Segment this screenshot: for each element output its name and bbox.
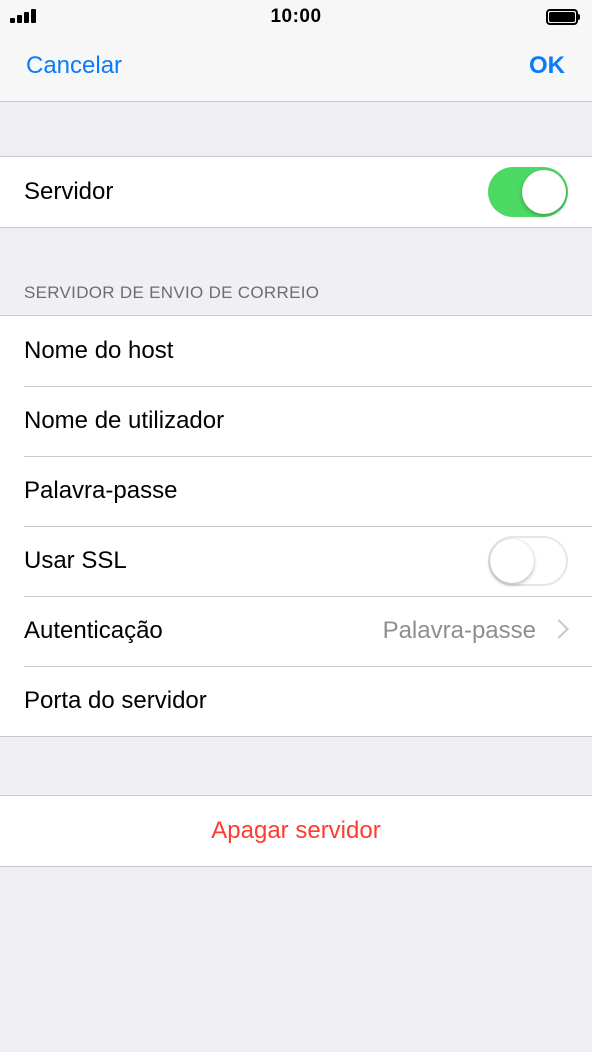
use-ssl-label: Usar SSL <box>24 547 127 574</box>
password-label: Palavra-passe <box>24 477 178 504</box>
username-row[interactable]: Nome de utilizador <box>0 386 592 456</box>
hostname-label: Nome do host <box>24 337 174 364</box>
delete-server-row[interactable]: Apagar servidor <box>0 796 592 866</box>
status-time: 10:00 <box>270 6 322 27</box>
battery-full-icon <box>546 9 580 25</box>
navigation-bar: Cancelar OK <box>0 34 592 102</box>
server-toggle-group: Servidor <box>0 156 592 228</box>
server-port-label: Porta do servidor <box>24 687 207 714</box>
cancel-button[interactable]: Cancelar <box>26 52 122 80</box>
delete-server-group: Apagar servidor <box>0 795 592 867</box>
outgoing-server-group: Nome do host Nome de utilizador Palavra-… <box>0 315 592 737</box>
authentication-label: Autenticação <box>24 617 163 644</box>
authentication-value: Palavra-passe <box>382 617 536 644</box>
server-toggle[interactable] <box>488 167 568 217</box>
username-label: Nome de utilizador <box>24 407 225 434</box>
hostname-row[interactable]: Nome do host <box>0 316 592 386</box>
ok-button[interactable]: OK <box>529 52 565 80</box>
toggle-knob <box>522 170 566 214</box>
status-bar: 10:00 <box>0 0 592 34</box>
server-label: Servidor <box>24 178 114 205</box>
delete-server-button[interactable]: Apagar servidor <box>0 817 592 845</box>
use-ssl-toggle[interactable] <box>488 536 568 586</box>
server-row: Servidor <box>0 157 592 227</box>
use-ssl-row: Usar SSL <box>0 526 592 596</box>
password-row[interactable]: Palavra-passe <box>0 456 592 526</box>
server-port-row[interactable]: Porta do servidor <box>0 666 592 736</box>
outgoing-server-section-header: SERVIDOR DE ENVIO DE CORREIO <box>24 283 320 302</box>
chevron-right-icon <box>549 619 569 639</box>
toggle-knob <box>490 539 534 583</box>
authentication-row[interactable]: Autenticação Palavra-passe <box>0 596 592 666</box>
